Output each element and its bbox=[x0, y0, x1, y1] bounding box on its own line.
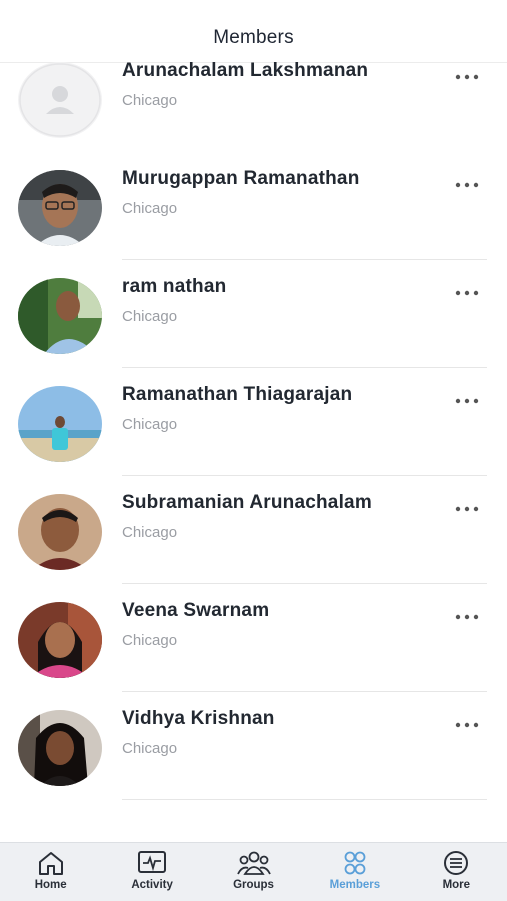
member-name: Arunachalam Lakshmanan bbox=[122, 62, 369, 81]
member-city: Chicago bbox=[122, 740, 178, 757]
member-name: Vidhya Krishnan bbox=[122, 708, 275, 729]
user-placeholder-icon bbox=[18, 62, 102, 138]
member-row[interactable]: Ramanathan Thiagarajan Chicago bbox=[0, 368, 507, 476]
member-row[interactable]: Arunachalam Lakshmanan Chicago bbox=[0, 62, 507, 152]
member-row[interactable]: Murugappan Ramanathan Chicago bbox=[0, 152, 507, 260]
divider bbox=[122, 799, 487, 800]
more-icon bbox=[442, 849, 470, 877]
avatar bbox=[18, 170, 102, 246]
groups-icon bbox=[236, 849, 271, 877]
home-icon bbox=[37, 849, 65, 877]
activity-icon bbox=[137, 849, 167, 877]
tab-home[interactable]: Home bbox=[0, 843, 101, 901]
member-name: Subramanian Arunachalam bbox=[122, 492, 372, 513]
tab-members[interactable]: Members bbox=[304, 843, 405, 901]
avatar bbox=[18, 278, 102, 354]
tab-groups[interactable]: Groups bbox=[203, 843, 304, 901]
more-options-icon[interactable] bbox=[455, 398, 479, 408]
member-city: Chicago bbox=[122, 200, 178, 217]
more-options-icon[interactable] bbox=[455, 614, 479, 624]
member-name: Veena Swarnam bbox=[122, 600, 270, 621]
tab-label: Members bbox=[329, 879, 381, 891]
member-city: Chicago bbox=[122, 632, 178, 649]
member-city: Chicago bbox=[122, 92, 178, 109]
more-options-icon[interactable] bbox=[455, 290, 479, 300]
tab-more[interactable]: More bbox=[406, 843, 507, 901]
tab-label: More bbox=[442, 879, 471, 891]
member-row[interactable]: Subramanian Arunachalam Chicago bbox=[0, 476, 507, 584]
avatar bbox=[18, 386, 102, 462]
more-options-icon[interactable] bbox=[455, 182, 479, 192]
more-options-icon[interactable] bbox=[455, 506, 479, 516]
more-options-icon[interactable] bbox=[455, 722, 479, 732]
tab-activity[interactable]: Activity bbox=[101, 843, 202, 901]
member-row[interactable]: Vidhya Krishnan Chicago bbox=[0, 692, 507, 800]
member-city: Chicago bbox=[122, 416, 178, 433]
member-name: Ramanathan Thiagarajan bbox=[122, 384, 353, 405]
member-row[interactable]: Veena Swarnam Chicago bbox=[0, 584, 507, 692]
more-options-icon[interactable] bbox=[455, 74, 479, 84]
member-city: Chicago bbox=[122, 308, 178, 325]
header: Members bbox=[0, 0, 507, 63]
avatar bbox=[18, 494, 102, 570]
tab-label: Groups bbox=[233, 879, 274, 891]
member-name: Murugappan Ramanathan bbox=[122, 168, 360, 189]
member-row[interactable]: ram nathan Chicago bbox=[0, 260, 507, 368]
page-title: Members bbox=[213, 27, 294, 48]
members-list: Arunachalam Lakshmanan Chicago Murugappa… bbox=[0, 62, 507, 842]
tab-bar: Home Activity Groups Members More bbox=[0, 842, 507, 901]
avatar bbox=[18, 62, 102, 138]
avatar bbox=[18, 710, 102, 786]
tab-label: Home bbox=[34, 879, 67, 891]
member-name: ram nathan bbox=[122, 276, 227, 297]
members-icon bbox=[340, 849, 370, 877]
member-city: Chicago bbox=[122, 524, 178, 541]
avatar bbox=[18, 602, 102, 678]
tab-label: Activity bbox=[131, 879, 173, 891]
